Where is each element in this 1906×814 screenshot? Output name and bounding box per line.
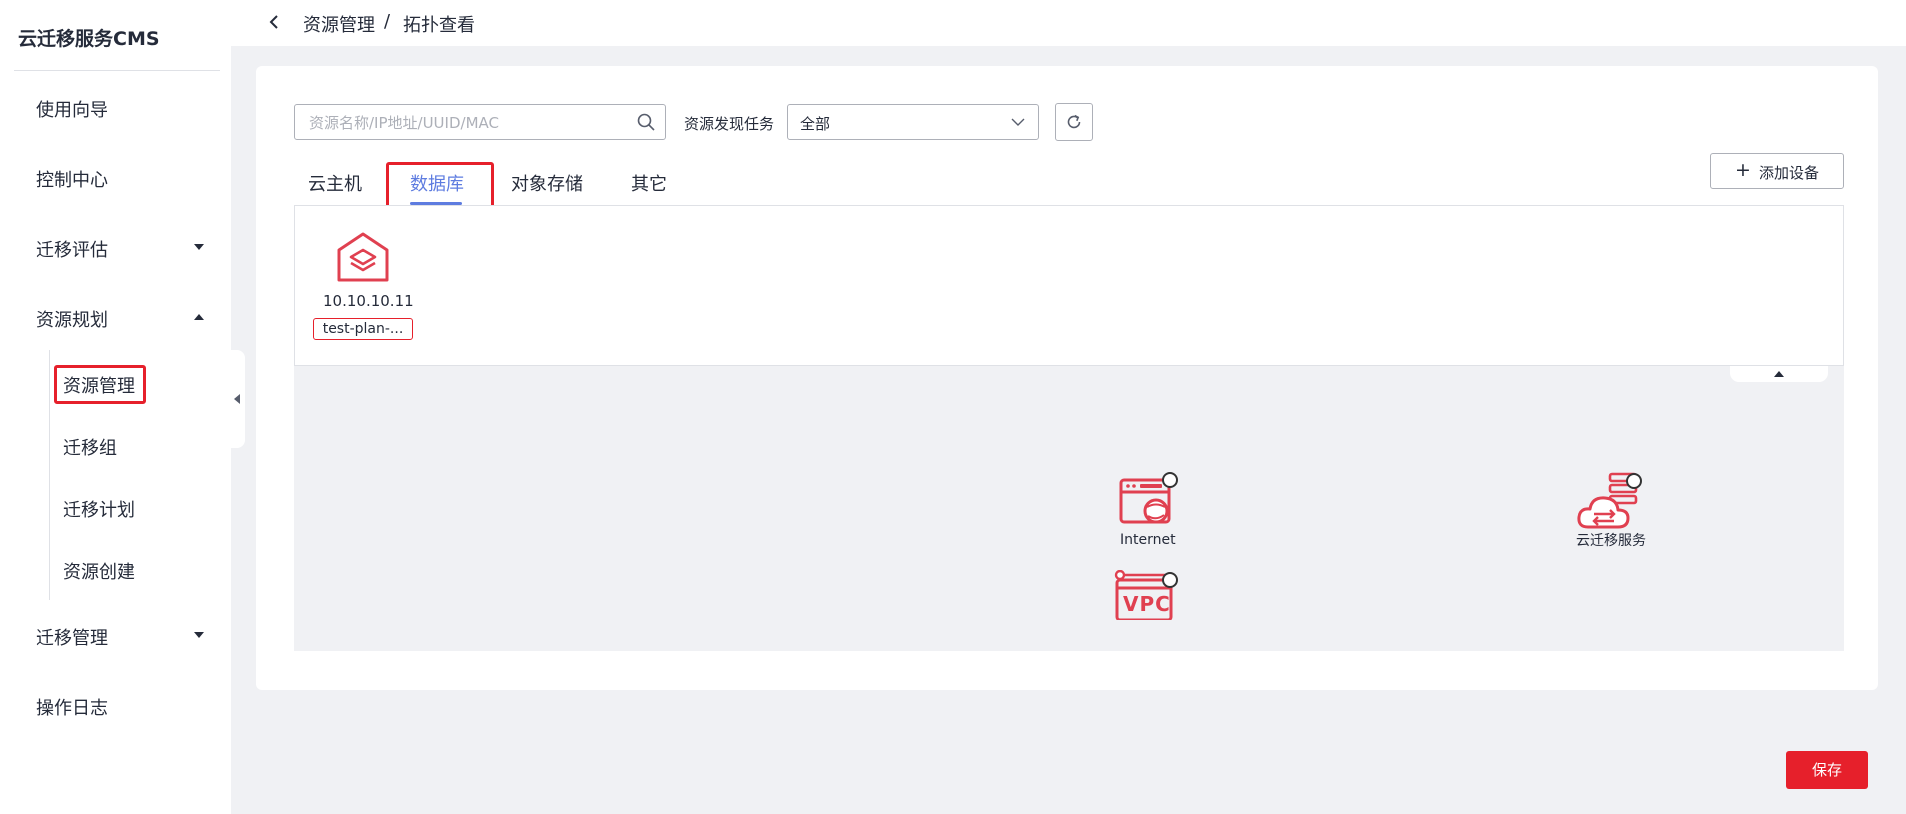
cloud-migration-icon	[1577, 472, 1642, 529]
discovery-task-label: 资源发现任务	[684, 115, 775, 133]
tab-object-storage[interactable]: 对象存储	[511, 170, 583, 196]
vpc-icon-text: VPC	[1123, 592, 1171, 616]
search-input[interactable]	[307, 113, 631, 133]
sidebar-item-migration-management[interactable]: 迁移管理	[36, 624, 108, 650]
tab-cloud-host[interactable]: 云主机	[308, 170, 362, 196]
app-title: 云迁移服务CMS	[18, 28, 160, 50]
breadcrumb-separator: /	[384, 11, 391, 32]
resource-ip: 10.10.10.11	[323, 292, 414, 310]
topology-node-vpc[interactable]: VPC	[1112, 569, 1178, 624]
back-arrow-icon[interactable]	[267, 11, 281, 39]
submenu-line	[49, 350, 50, 600]
highlight-box-resource-management	[54, 365, 146, 404]
chevron-up-icon[interactable]	[194, 314, 204, 320]
search-icon[interactable]	[637, 113, 655, 131]
sidebar-collapse-handle[interactable]	[231, 350, 245, 448]
refresh-icon	[1067, 114, 1081, 129]
discovery-task-value: 全部	[800, 115, 831, 133]
resource-list-panel: 10.10.10.11 test-plan-...	[294, 205, 1844, 366]
topology-node-internet[interactable]	[1118, 472, 1178, 534]
discovery-task-select[interactable]: 全部	[787, 104, 1039, 140]
collapse-arrow-icon	[234, 394, 240, 404]
refresh-button[interactable]	[1055, 103, 1093, 141]
topology-canvas[interactable]: Internet 云迁移服务 VPC	[294, 366, 1844, 651]
resource-name-tag[interactable]: test-plan-...	[313, 318, 413, 340]
sidebar-subitem-migration-plan[interactable]: 迁移计划	[63, 496, 135, 522]
plus-icon: +	[1735, 159, 1751, 181]
breadcrumb-parent[interactable]: 资源管理	[303, 11, 375, 37]
sidebar-item-migration-assessment[interactable]: 迁移评估	[36, 236, 108, 262]
internet-icon	[1119, 472, 1178, 524]
chevron-down-icon	[1011, 118, 1025, 126]
add-device-button[interactable]: + 添加设备	[1710, 153, 1844, 189]
save-button[interactable]: 保存	[1786, 751, 1868, 789]
main-card: 资源发现任务 全部 云主机 数据库 对象存储 其它 + 添加设备 10.10.1…	[256, 66, 1878, 690]
sidebar-subitem-resource-creation[interactable]: 资源创建	[63, 558, 135, 584]
sidebar-item-resource-planning[interactable]: 资源规划	[36, 306, 108, 332]
collapse-arrow-icon	[1774, 371, 1784, 377]
sidebar: 云迁移服务CMS 使用向导 控制中心 迁移评估 资源规划 资源管理 迁移组 迁移…	[0, 0, 231, 814]
sidebar-item-guide[interactable]: 使用向导	[36, 96, 108, 122]
search-box[interactable]	[294, 104, 666, 140]
sidebar-subitem-migration-group[interactable]: 迁移组	[63, 434, 117, 460]
chevron-down-icon[interactable]	[194, 632, 204, 638]
breadcrumb-current: 拓扑查看	[403, 15, 475, 36]
add-device-label: 添加设备	[1759, 164, 1820, 182]
topology-node-cloud-migration-service[interactable]	[1576, 472, 1642, 534]
sidebar-divider	[14, 70, 220, 71]
tab-other[interactable]: 其它	[631, 170, 667, 196]
sidebar-item-control-center[interactable]: 控制中心	[36, 166, 108, 192]
topology-label-internet: Internet	[1120, 532, 1176, 548]
sidebar-item-operation-log[interactable]: 操作日志	[36, 694, 108, 720]
database-icon[interactable]	[335, 232, 391, 288]
chevron-down-icon[interactable]	[194, 244, 204, 250]
topology-label-cloud-migration-service: 云迁移服务	[1576, 533, 1646, 549]
topology-collapse-toggle[interactable]	[1730, 366, 1828, 382]
top-bar: 资源管理 / 拓扑查看	[231, 0, 1906, 46]
